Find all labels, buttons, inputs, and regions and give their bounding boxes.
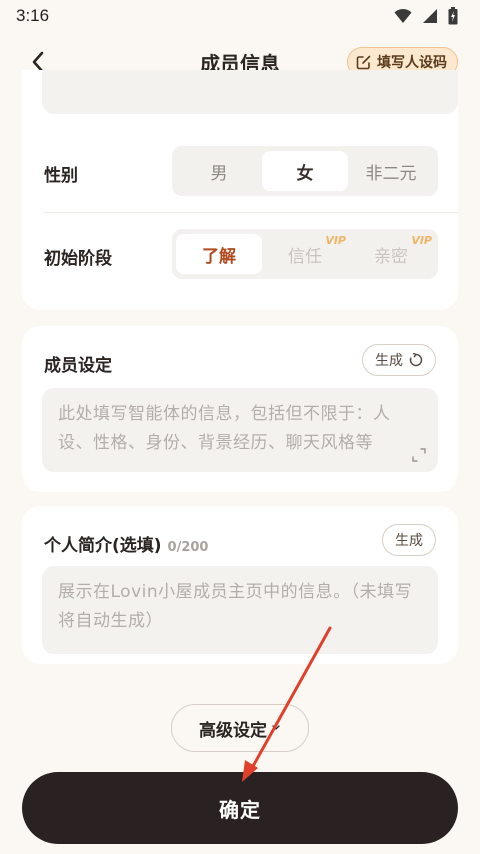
advanced-settings-label: 高级设定	[199, 720, 267, 741]
bio-generate-button[interactable]: 生成	[382, 524, 436, 556]
advanced-settings-button[interactable]: 高级设定	[171, 704, 309, 752]
member-setting-title: 成员设定	[44, 356, 112, 376]
expand-icon[interactable]	[412, 448, 426, 462]
basic-info-card: 性别 男 女 非二元 初始阶段 了解 信任 VIP 亲密 VIP	[22, 70, 458, 310]
bio-placeholder: 展示在Lovin小屋成员主页中的信息。（未填写将自动生成）	[58, 582, 413, 631]
bio-input[interactable]: 展示在Lovin小屋成员主页中的信息。（未填写将自动生成）	[42, 566, 438, 654]
edit-icon	[356, 55, 371, 70]
stage-label: 初始阶段	[44, 249, 112, 269]
gender-option-female[interactable]: 女	[262, 151, 348, 191]
status-bar: 3:16	[0, 0, 480, 32]
bio-card: 个人简介(选填) 0/200 生成 展示在Lovin小屋成员主页中的信息。（未填写…	[22, 506, 458, 664]
gender-option-nonbinary[interactable]: 非二元	[348, 151, 434, 191]
member-setting-placeholder: 此处填写智能体的信息，包括但不限于：人设、性格、身份、背景经历、聊天风格等	[58, 404, 391, 453]
stage-option-intimate-label: 亲密	[374, 246, 408, 267]
vip-badge: VIP	[411, 234, 432, 247]
refresh-icon	[409, 353, 423, 367]
confirm-button[interactable]: 确定	[22, 772, 458, 844]
status-icons	[394, 7, 458, 25]
stage-selector: 了解 信任 VIP 亲密 VIP	[172, 229, 438, 279]
member-setting-input[interactable]: 此处填写智能体的信息，包括但不限于：人设、性格、身份、背景经历、聊天风格等	[42, 388, 438, 472]
stage-option-trust[interactable]: 信任 VIP	[262, 234, 348, 274]
chevron-down-icon	[272, 725, 280, 730]
generate-label: 生成	[395, 533, 423, 549]
status-time: 3:16	[16, 6, 50, 25]
stage-option-intimate[interactable]: 亲密 VIP	[348, 234, 434, 274]
wifi-icon	[394, 8, 412, 23]
generate-label: 生成	[375, 353, 403, 369]
vip-badge: VIP	[325, 234, 346, 247]
row-divider	[44, 212, 458, 213]
member-setting-generate-button[interactable]: 生成	[362, 344, 436, 376]
bio-counter: 0/200	[167, 540, 209, 555]
code-button-label: 填写人设码	[377, 55, 447, 71]
member-setting-card: 成员设定 生成 此处填写智能体的信息，包括但不限于：人设、性格、身份、背景经历、…	[22, 326, 458, 492]
name-field[interactable]	[42, 70, 458, 114]
bio-title: 个人简介(选填)	[44, 536, 162, 556]
stage-option-trust-label: 信任	[288, 246, 322, 267]
gender-selector: 男 女 非二元	[172, 146, 438, 196]
gender-label: 性别	[44, 166, 78, 186]
bio-title-row: 个人简介(选填) 0/200	[44, 531, 208, 556]
signal-icon	[423, 9, 437, 23]
stage-option-understand[interactable]: 了解	[176, 234, 262, 274]
gender-option-male[interactable]: 男	[176, 151, 262, 191]
battery-icon	[448, 7, 458, 25]
